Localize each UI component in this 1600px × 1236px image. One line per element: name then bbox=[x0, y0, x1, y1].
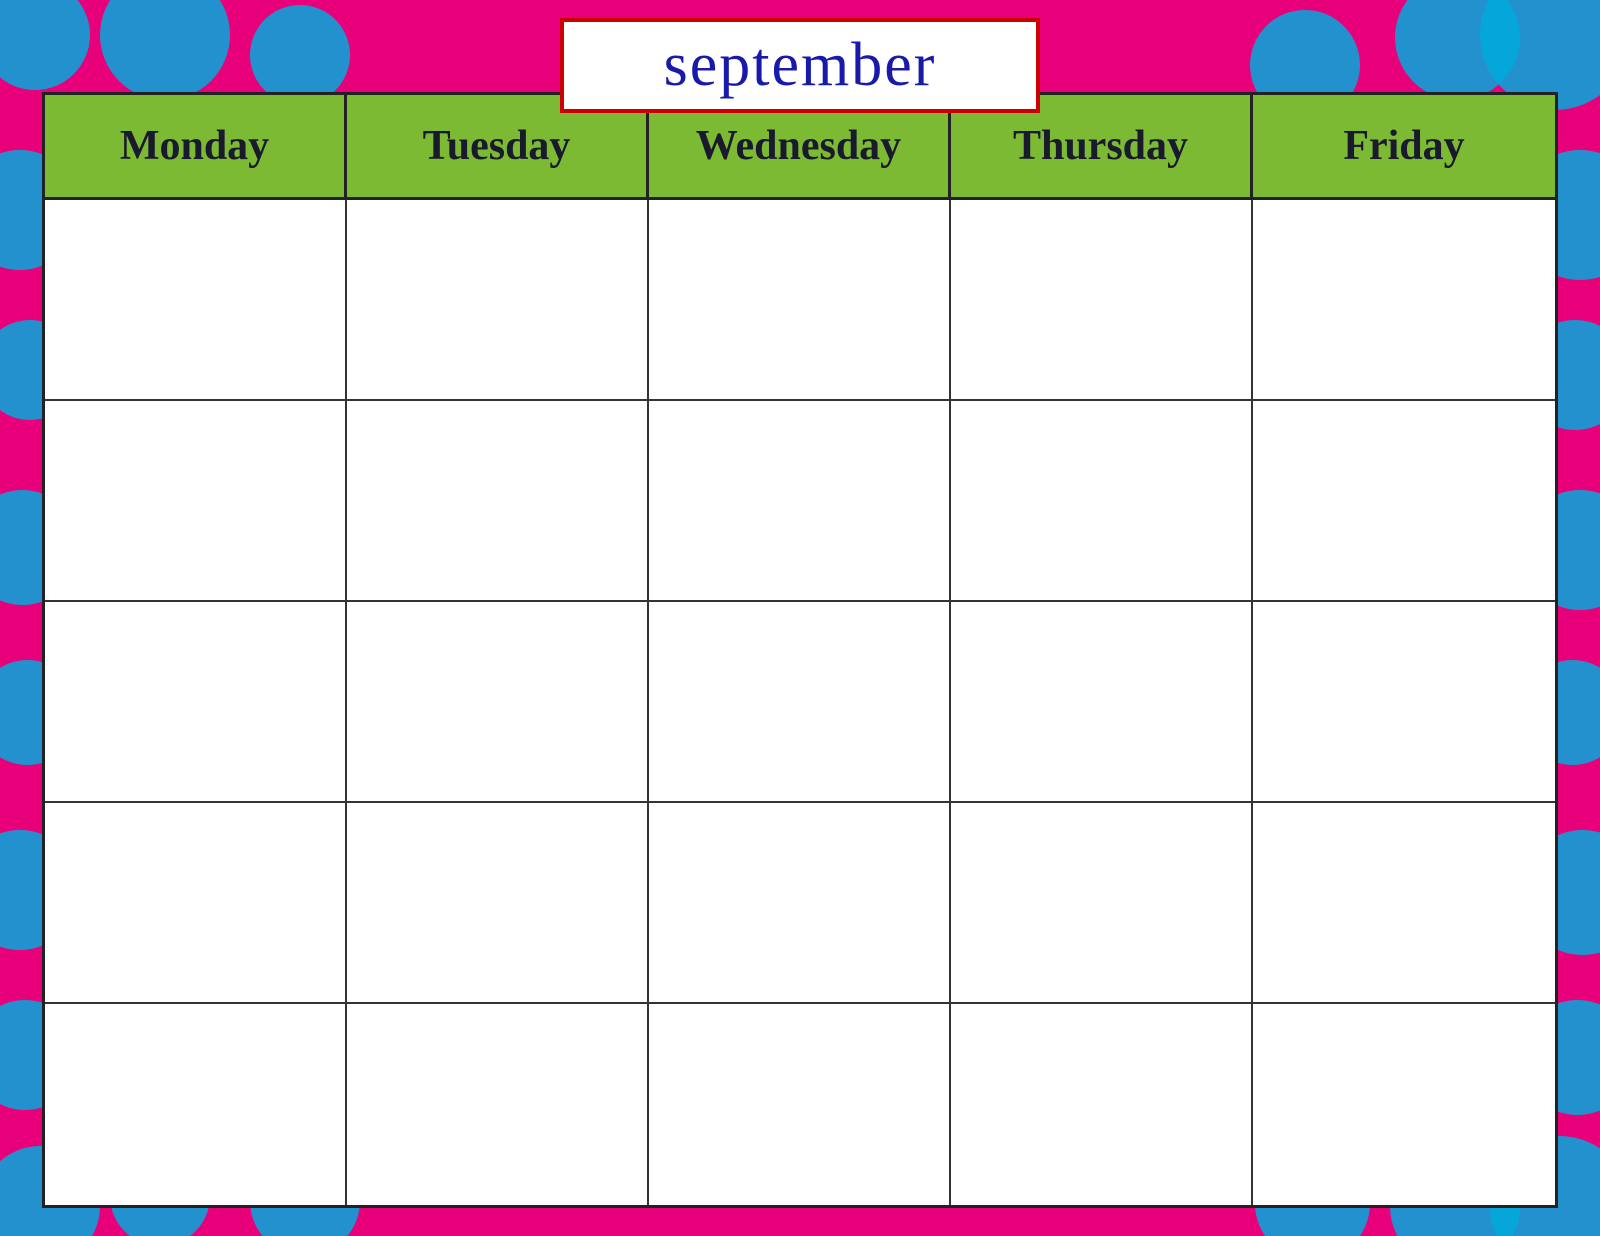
cell-row2-wed[interactable] bbox=[649, 401, 951, 600]
cell-row1-thu[interactable] bbox=[951, 200, 1253, 399]
cell-row1-wed[interactable] bbox=[649, 200, 951, 399]
cell-row4-tue[interactable] bbox=[347, 803, 649, 1002]
cell-row3-thu[interactable] bbox=[951, 602, 1253, 801]
cell-row2-mon[interactable] bbox=[45, 401, 347, 600]
cell-row4-fri[interactable] bbox=[1253, 803, 1555, 1002]
cell-row5-wed[interactable] bbox=[649, 1004, 951, 1205]
cell-row3-wed[interactable] bbox=[649, 602, 951, 801]
cell-row1-fri[interactable] bbox=[1253, 200, 1555, 399]
header-friday: Friday bbox=[1253, 95, 1555, 197]
cell-row4-wed[interactable] bbox=[649, 803, 951, 1002]
calendar-row-3 bbox=[45, 602, 1555, 803]
dot bbox=[100, 0, 230, 100]
cell-row5-tue[interactable] bbox=[347, 1004, 649, 1205]
cell-row4-thu[interactable] bbox=[951, 803, 1253, 1002]
calendar-container: Monday Tuesday Wednesday Thursday Friday bbox=[42, 92, 1558, 1208]
cell-row5-thu[interactable] bbox=[951, 1004, 1253, 1205]
calendar-row-2 bbox=[45, 401, 1555, 602]
cell-row5-fri[interactable] bbox=[1253, 1004, 1555, 1205]
dot bbox=[250, 5, 350, 105]
cell-row2-tue[interactable] bbox=[347, 401, 649, 600]
calendar-grid bbox=[45, 200, 1555, 1205]
dot bbox=[0, 0, 90, 90]
cell-row1-tue[interactable] bbox=[347, 200, 649, 399]
cell-row3-tue[interactable] bbox=[347, 602, 649, 801]
month-title: september bbox=[664, 30, 937, 101]
header-monday: Monday bbox=[45, 95, 347, 197]
cell-row1-mon[interactable] bbox=[45, 200, 347, 399]
title-box: september bbox=[560, 18, 1040, 113]
cell-row2-fri[interactable] bbox=[1253, 401, 1555, 600]
title-container: september bbox=[560, 18, 1040, 113]
calendar-row-5 bbox=[45, 1004, 1555, 1205]
cell-row5-mon[interactable] bbox=[45, 1004, 347, 1205]
cell-row3-mon[interactable] bbox=[45, 602, 347, 801]
calendar-row-4 bbox=[45, 803, 1555, 1004]
cell-row2-thu[interactable] bbox=[951, 401, 1253, 600]
cell-row4-mon[interactable] bbox=[45, 803, 347, 1002]
calendar-row-1 bbox=[45, 200, 1555, 401]
cell-row3-fri[interactable] bbox=[1253, 602, 1555, 801]
